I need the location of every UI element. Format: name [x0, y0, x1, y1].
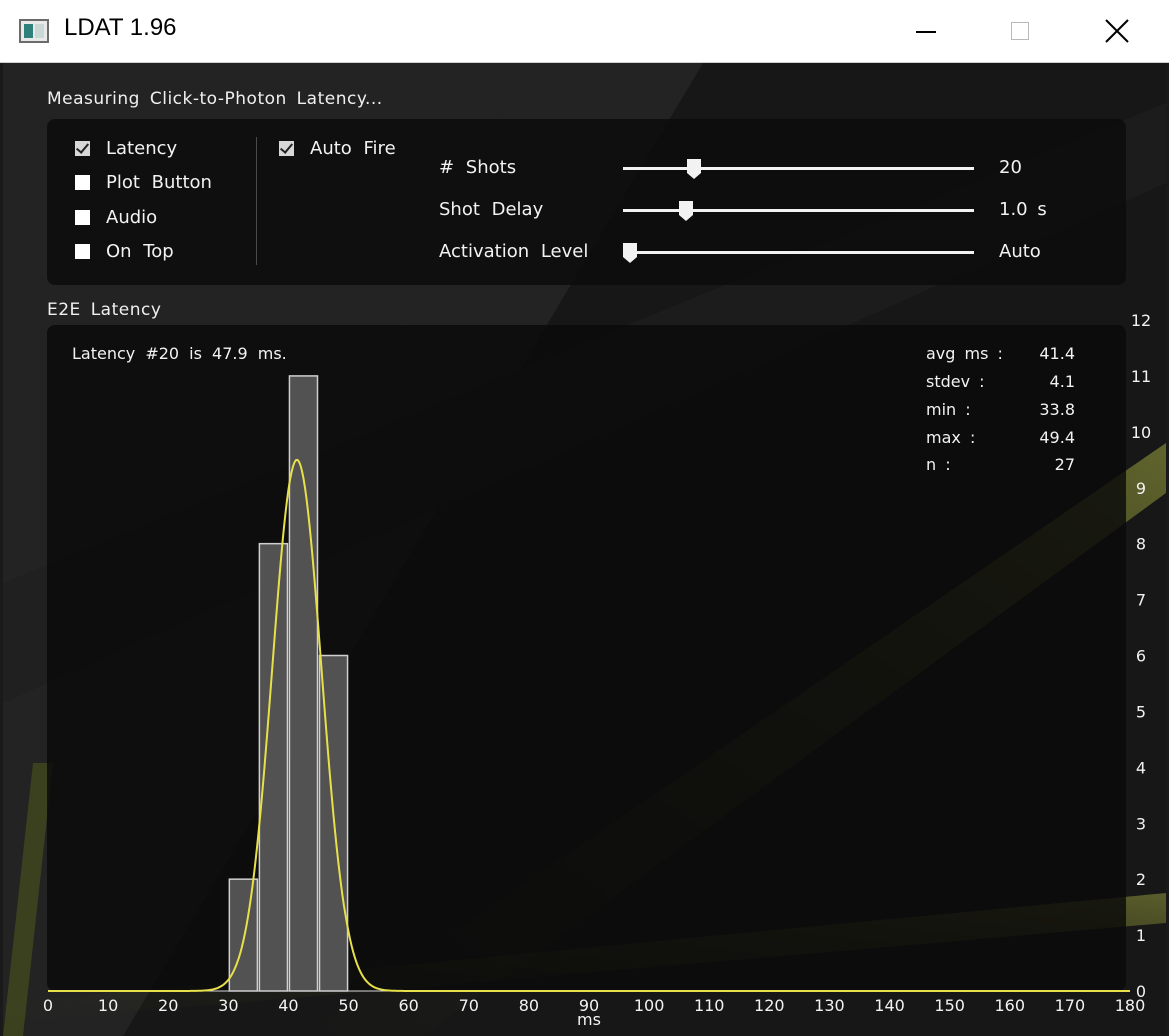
- x-tick-label: 30: [218, 996, 238, 1015]
- maximize-icon: [1011, 22, 1029, 40]
- x-tick-label: 120: [754, 996, 785, 1015]
- x-tick-label: 20: [158, 996, 178, 1015]
- x-axis-label: ms: [577, 1010, 601, 1029]
- stat-min-label: min :: [926, 400, 971, 419]
- stat-stdev-value: 4.1: [1049, 372, 1075, 391]
- stat-n-label: n :: [926, 455, 951, 474]
- y-tick-label: 4: [1136, 758, 1146, 777]
- x-tick-label: 40: [278, 996, 298, 1015]
- latency-status: Latency #20 is 47.9 ms.: [72, 344, 287, 363]
- y-tick-label: 2: [1136, 870, 1146, 889]
- x-tick-label: 10: [98, 996, 118, 1015]
- latency-histogram: 0 10 20 30 40 50 60 70 80 90 100 110 120 130 140 150 160…: [43, 311, 1151, 1029]
- histogram-bar: [228, 878, 259, 992]
- x-tick-label: 150: [934, 996, 965, 1015]
- x-tick-label: 80: [519, 996, 539, 1015]
- minimize-button[interactable]: [873, 0, 973, 62]
- y-tick-label: 7: [1136, 591, 1146, 610]
- stat-stdev-label: stdev :: [926, 372, 985, 391]
- close-icon: [1105, 19, 1129, 43]
- y-tick-label: 6: [1136, 647, 1146, 666]
- histogram-bar: [288, 375, 319, 992]
- y-tick-label: 10: [1131, 423, 1151, 442]
- y-tick-label: 9: [1136, 479, 1146, 498]
- x-tick-label: 100: [634, 996, 665, 1015]
- y-tick-label: 1: [1136, 926, 1146, 945]
- stat-max-label: max :: [926, 428, 976, 447]
- x-tick-label: 60: [398, 996, 418, 1015]
- normal-fit-curve: [48, 458, 1130, 992]
- x-tick-label: 140: [874, 996, 905, 1015]
- y-tick-label: 5: [1136, 702, 1146, 721]
- x-tick-label: 130: [814, 996, 845, 1015]
- maximize-button[interactable]: [971, 0, 1071, 62]
- stat-avg-label: avg ms :: [926, 344, 1003, 363]
- x-tick-label: 110: [694, 996, 725, 1015]
- y-tick-label: 12: [1131, 311, 1151, 330]
- close-button[interactable]: [1068, 0, 1168, 62]
- title-bar: LDAT 1.96: [0, 0, 1169, 63]
- x-tick-label: 70: [459, 996, 479, 1015]
- y-tick-label: 3: [1136, 814, 1146, 833]
- stat-n-value: 27: [1054, 455, 1075, 474]
- stat-min-value: 33.8: [1039, 400, 1075, 419]
- x-tick-label: 0: [43, 996, 53, 1015]
- x-tick-label: 50: [338, 996, 358, 1015]
- minimize-icon: [916, 31, 936, 33]
- y-tick-label: 0: [1136, 982, 1146, 1001]
- x-tick-label: 160: [995, 996, 1026, 1015]
- stat-max-value: 49.4: [1039, 428, 1075, 447]
- window-title: LDAT 1.96: [64, 14, 177, 41]
- client-area: Measuring Click-to-Photon Latency... Lat…: [3, 63, 1166, 1036]
- stat-avg-value: 41.4: [1039, 344, 1075, 363]
- y-tick-label: 11: [1131, 367, 1151, 386]
- y-tick-label: 8: [1136, 535, 1146, 554]
- x-tick-label: 170: [1055, 996, 1086, 1015]
- app-icon[interactable]: [19, 19, 49, 43]
